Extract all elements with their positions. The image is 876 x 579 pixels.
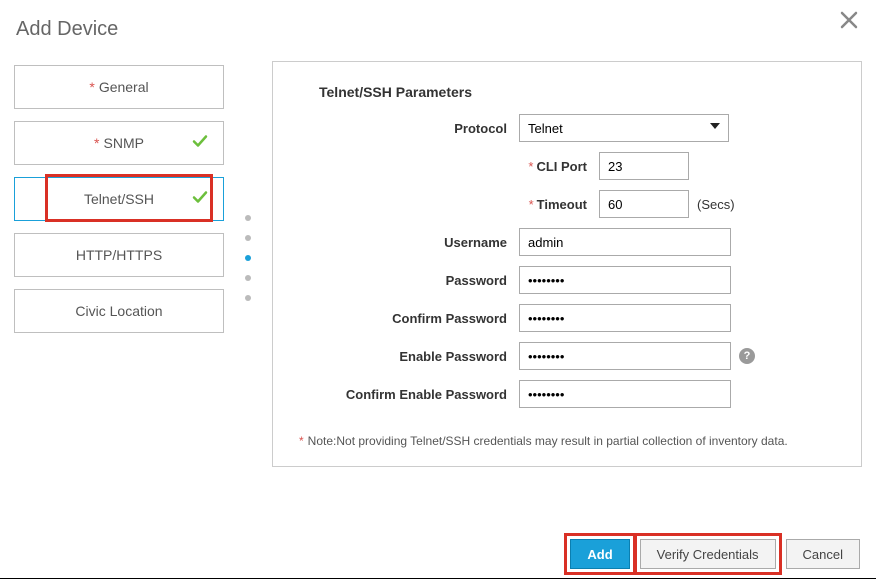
check-icon	[191, 189, 209, 210]
step-dot-active	[245, 255, 251, 261]
add-device-dialog: Add Device * General * SNMP Telnet/SSH	[0, 0, 876, 467]
nav-label: Telnet/SSH	[84, 191, 154, 207]
step-dot	[245, 275, 251, 281]
nav-civic-location[interactable]: Civic Location	[14, 289, 224, 333]
required-star: *	[94, 135, 99, 151]
timeout-input[interactable]	[599, 190, 689, 218]
step-dot	[245, 295, 251, 301]
label-password: Password	[299, 273, 519, 288]
nav-telnet-ssh[interactable]: Telnet/SSH	[14, 177, 224, 221]
telnet-ssh-panel: Telnet/SSH Parameters Protocol Telnet *C…	[272, 61, 862, 467]
dialog-title: Add Device	[16, 18, 862, 41]
timeout-suffix: (Secs)	[697, 197, 735, 212]
note-text: *Note:Not providing Telnet/SSH credentia…	[299, 434, 835, 448]
nav-label: General	[99, 79, 149, 95]
enable-password-input[interactable]	[519, 342, 731, 370]
step-nav: * General * SNMP Telnet/SSH HTTP/HTTPS	[14, 61, 224, 467]
step-dot	[245, 215, 251, 221]
nav-label: SNMP	[104, 135, 144, 151]
required-star: *	[89, 79, 94, 95]
label-timeout: *Timeout	[299, 197, 599, 212]
confirm-enable-password-input[interactable]	[519, 380, 731, 408]
username-input[interactable]	[519, 228, 731, 256]
cancel-button[interactable]: Cancel	[786, 539, 860, 569]
label-confirm-password: Confirm Password	[299, 311, 519, 326]
password-input[interactable]	[519, 266, 731, 294]
label-cliport: *CLI Port	[299, 159, 599, 174]
protocol-select[interactable]: Telnet	[519, 114, 729, 142]
nav-label: HTTP/HTTPS	[76, 247, 162, 263]
confirm-password-input[interactable]	[519, 304, 731, 332]
label-confirm-enable-password: Confirm Enable Password	[299, 387, 519, 402]
dialog-footer: Add Verify Credentials Cancel	[570, 539, 860, 569]
step-dots	[240, 61, 256, 467]
panel-heading: Telnet/SSH Parameters	[319, 84, 835, 100]
nav-http-https[interactable]: HTTP/HTTPS	[14, 233, 224, 277]
check-icon	[191, 133, 209, 154]
label-enable-password: Enable Password	[299, 349, 519, 364]
nav-general[interactable]: * General	[14, 65, 224, 109]
label-username: Username	[299, 235, 519, 250]
close-icon[interactable]	[840, 10, 858, 34]
add-button[interactable]: Add	[570, 539, 629, 569]
verify-credentials-button[interactable]: Verify Credentials	[640, 539, 776, 569]
label-protocol: Protocol	[299, 121, 519, 136]
step-dot	[245, 235, 251, 241]
cli-port-input[interactable]	[599, 152, 689, 180]
help-icon[interactable]: ?	[739, 348, 755, 364]
nav-snmp[interactable]: * SNMP	[14, 121, 224, 165]
nav-label: Civic Location	[75, 303, 162, 319]
